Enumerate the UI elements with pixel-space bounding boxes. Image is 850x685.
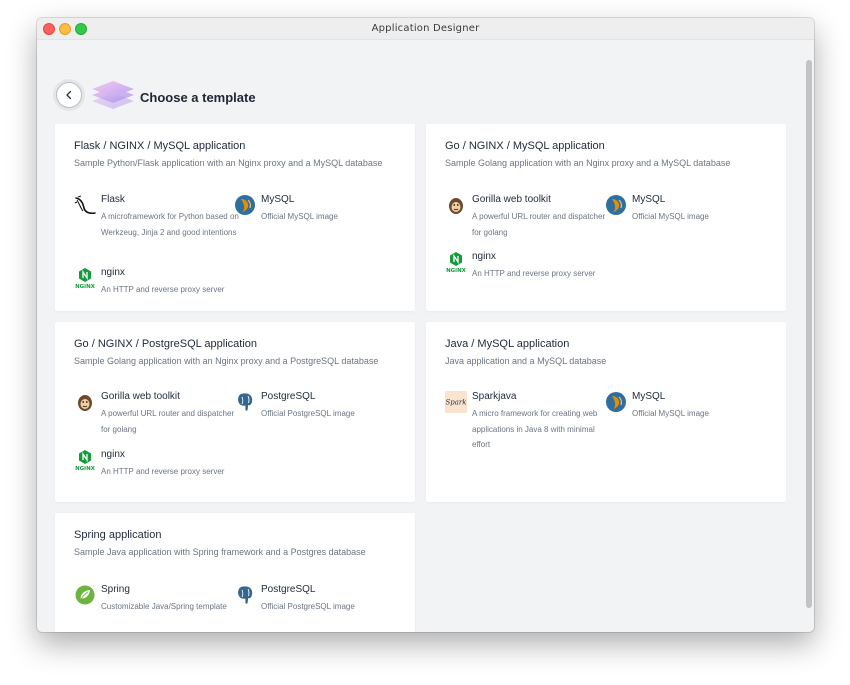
gorilla-icon	[78, 395, 92, 411]
service-nginx: NGiNX nginx An HTTP and reverse proxy se…	[74, 449, 239, 479]
mysql-icon	[606, 392, 626, 412]
service-flask: Flask A microframework for Python based …	[74, 194, 239, 254]
mysql-icon	[235, 195, 255, 215]
back-button[interactable]	[56, 82, 82, 108]
spring-icon	[75, 585, 95, 605]
service-description: Official MySQL image	[632, 409, 709, 418]
service-description: Official MySQL image	[632, 212, 709, 221]
service-description: An HTTP and reverse proxy server	[472, 269, 596, 278]
svg-text:NGiNX: NGiNX	[446, 268, 467, 273]
template-title: Spring application	[74, 529, 162, 541]
service-name: PostgreSQL	[261, 391, 316, 402]
service-description: A microframework for Python based on Wer…	[101, 212, 239, 237]
service-description: A powerful URL router and dispatcher for…	[472, 212, 606, 237]
svg-text:NGiNX: NGiNX	[75, 466, 96, 471]
nginx-icon: NGiNX	[446, 252, 467, 273]
service-description: An HTTP and reverse proxy server	[101, 467, 225, 476]
service-description: Official MySQL image	[261, 212, 338, 221]
svg-text:NGiNX: NGiNX	[75, 284, 96, 289]
service-description: A micro framework for creating web appli…	[472, 409, 598, 449]
template-card-spring[interactable]: Spring application Sample Java applicati…	[55, 513, 415, 632]
window-title: Application Designer	[371, 23, 480, 34]
template-card-go-nginx-mysql[interactable]: Go / NGINX / MySQL application Sample Go…	[426, 124, 786, 311]
service-nginx: NGiNX nginx An HTTP and reverse proxy se…	[74, 267, 239, 297]
service-name: Gorilla web toolkit	[472, 194, 551, 205]
app-window: Application Designer Choose a template F…	[37, 18, 814, 632]
layers-icon	[92, 81, 134, 109]
service-gorilla: Gorilla web toolkit A powerful URL route…	[74, 391, 239, 436]
service-name: PostgreSQL	[261, 584, 316, 595]
template-description: Sample Python/Flask application with an …	[74, 158, 383, 168]
template-description: Sample Java application with Spring fram…	[74, 547, 366, 557]
mysql-icon	[606, 195, 626, 215]
service-description: A powerful URL router and dispatcher for…	[101, 409, 235, 434]
template-description: Sample Golang application with an Nginx …	[445, 158, 731, 168]
template-title: Go / NGINX / PostgreSQL application	[74, 338, 258, 350]
svg-text:Spark: Spark	[445, 399, 466, 407]
template-title: Flask / NGINX / MySQL application	[74, 140, 246, 152]
chevron-left-icon	[66, 90, 72, 100]
service-description: An HTTP and reverse proxy server	[101, 285, 225, 294]
gorilla-icon	[449, 198, 463, 214]
service-name: nginx	[101, 267, 125, 278]
postgresql-icon	[237, 392, 253, 412]
template-title: Go / NGINX / MySQL application	[445, 140, 605, 152]
service-name: MySQL	[632, 194, 666, 205]
service-sparkjava: Spark Sparkjava A micro framework for cr…	[445, 391, 610, 451]
nginx-icon: NGiNX	[75, 268, 96, 289]
service-name: MySQL	[261, 194, 295, 205]
flask-icon	[74, 195, 96, 215]
template-title: Java / MySQL application	[445, 338, 570, 350]
template-description: Java application and a MySQL database	[445, 356, 607, 366]
postgresql-icon	[237, 585, 253, 605]
nginx-icon: NGiNX	[75, 450, 96, 471]
service-description: Official PostgreSQL image	[261, 409, 355, 418]
service-mysql: MySQL Official MySQL image	[605, 194, 770, 234]
template-card-flask-nginx-mysql[interactable]: Flask / NGINX / MySQL application Sample…	[55, 124, 415, 311]
service-name: Sparkjava	[472, 391, 517, 402]
title-bar: Application Designer	[37, 18, 814, 40]
service-mysql: MySQL Official MySQL image	[234, 194, 399, 234]
service-postgresql: PostgreSQL Official PostgreSQL image	[234, 584, 399, 614]
service-name: Flask	[101, 194, 125, 205]
service-spring: Spring Customizable Java/Spring template	[74, 584, 239, 614]
template-card-java-mysql[interactable]: Java / MySQL application Java applicatio…	[426, 322, 786, 502]
service-gorilla: Gorilla web toolkit A powerful URL route…	[445, 194, 610, 239]
service-name: MySQL	[632, 391, 666, 402]
sparkjava-icon: Spark	[445, 391, 467, 413]
template-card-go-nginx-postgresql[interactable]: Go / NGINX / PostgreSQL application Samp…	[55, 322, 415, 502]
service-name: nginx	[101, 449, 125, 460]
scrollbar[interactable]	[806, 60, 812, 608]
service-nginx: NGiNX nginx An HTTP and reverse proxy se…	[445, 251, 610, 281]
service-name: Spring	[101, 584, 130, 595]
template-description: Sample Golang application with an Nginx …	[74, 356, 379, 366]
service-postgresql: PostgreSQL Official PostgreSQL image	[234, 391, 399, 431]
service-name: nginx	[472, 251, 496, 262]
service-description: Customizable Java/Spring template	[101, 602, 227, 611]
service-mysql: MySQL Official MySQL image	[605, 391, 770, 431]
service-name: Gorilla web toolkit	[101, 391, 180, 402]
page-title: Choose a template	[140, 90, 256, 105]
main-content: Choose a template Flask / NGINX / MySQL …	[37, 40, 814, 632]
service-description: Official PostgreSQL image	[261, 602, 355, 611]
